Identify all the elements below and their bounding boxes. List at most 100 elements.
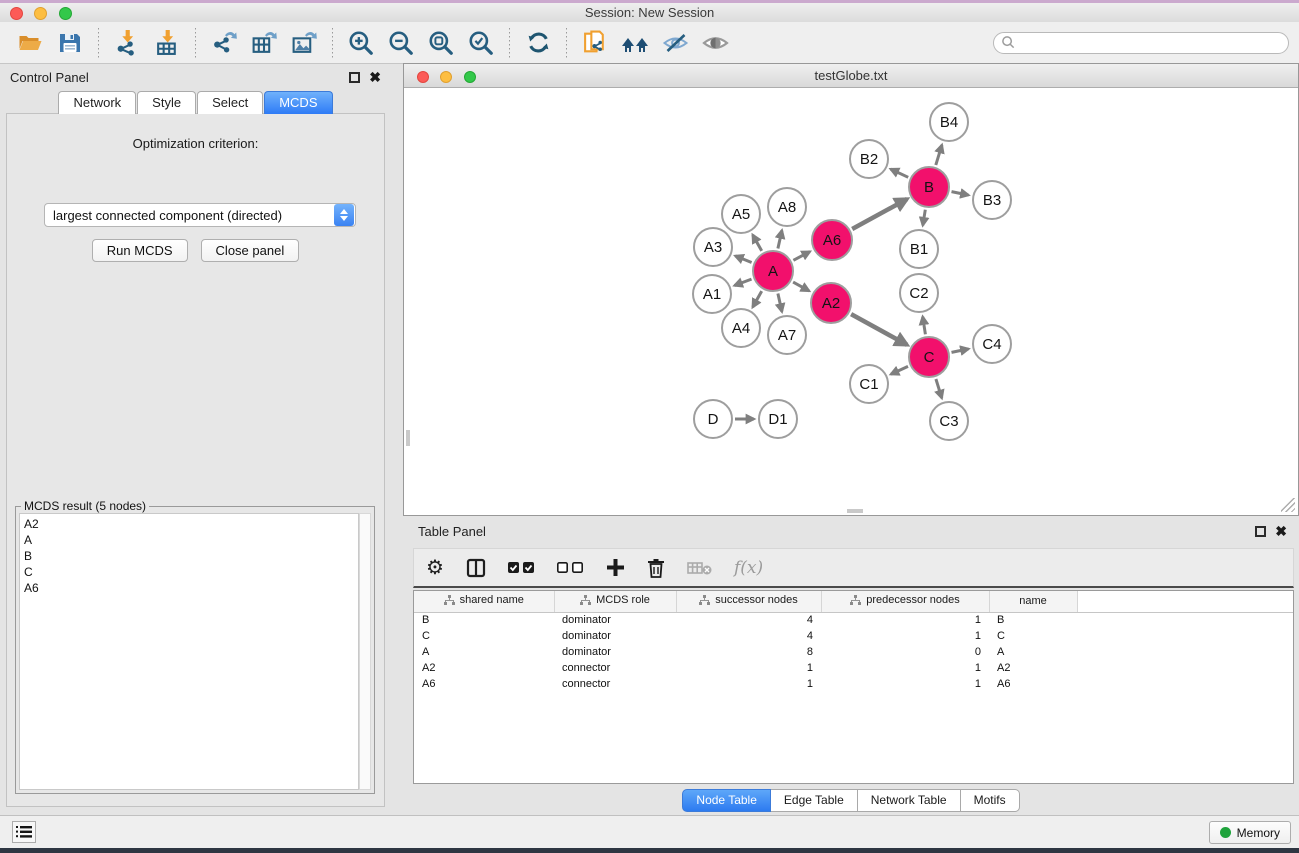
node-A5[interactable]: A5 <box>722 195 760 233</box>
node-B4[interactable]: B4 <box>930 103 968 141</box>
tab-node-table[interactable]: Node Table <box>682 789 771 812</box>
import-network-icon[interactable] <box>110 27 144 59</box>
table-cell[interactable]: 8 <box>676 644 821 660</box>
node-D[interactable]: D <box>694 400 732 438</box>
edge-B-B3[interactable] <box>952 192 969 196</box>
table-cell[interactable]: 0 <box>821 644 989 660</box>
table-cell[interactable]: 1 <box>821 628 989 644</box>
table-cell[interactable]: 4 <box>676 628 821 644</box>
table-row[interactable]: Adominator80A <box>414 644 1293 660</box>
table-cell[interactable]: 1 <box>821 676 989 692</box>
float-panel-icon[interactable] <box>349 72 360 83</box>
select-all-checkboxes-icon[interactable] <box>508 555 535 581</box>
search-input[interactable] <box>1016 36 1288 50</box>
table-settings-icon[interactable]: ⚙ <box>426 555 444 581</box>
refresh-icon[interactable] <box>521 27 555 59</box>
table-cell[interactable]: 4 <box>676 612 821 628</box>
tab-select[interactable]: Select <box>197 91 263 114</box>
edge-A-A8[interactable] <box>778 230 782 248</box>
table-cell[interactable]: 1 <box>821 612 989 628</box>
table-cell[interactable]: A <box>414 644 554 660</box>
table-cell[interactable]: connector <box>554 660 676 676</box>
edge-C-C2[interactable] <box>923 317 926 335</box>
zoom-out-icon[interactable] <box>384 27 418 59</box>
mcds-result-list[interactable]: A2ABCA6 <box>19 513 359 790</box>
node-A6[interactable]: A6 <box>812 220 852 260</box>
memory-button[interactable]: Memory <box>1209 821 1291 844</box>
zoom-selected-icon[interactable] <box>464 27 498 59</box>
tab-edge-table[interactable]: Edge Table <box>771 789 858 812</box>
first-neighbors-icon[interactable] <box>618 27 652 59</box>
close-panel-icon[interactable]: ✖ <box>369 72 381 83</box>
table-cell[interactable]: C <box>989 628 1077 644</box>
minimize-window-button[interactable] <box>34 7 47 20</box>
column-header-MCDS-role[interactable]: MCDS role <box>554 591 676 612</box>
edge-A6-B[interactable] <box>852 199 907 229</box>
edge-A-A2[interactable] <box>793 282 809 291</box>
node-B3[interactable]: B3 <box>973 181 1011 219</box>
run-mcds-button[interactable]: Run MCDS <box>92 239 188 262</box>
edge-A-A3[interactable] <box>735 256 751 263</box>
table-cell[interactable]: connector <box>554 676 676 692</box>
task-history-button[interactable] <box>12 821 36 843</box>
criterion-dropdown[interactable]: largest connected component (directed) <box>44 203 356 227</box>
node-C3[interactable]: C3 <box>930 402 968 440</box>
close-window-button[interactable] <box>10 7 23 20</box>
table-cell[interactable]: A <box>989 644 1077 660</box>
node-A2[interactable]: A2 <box>811 283 851 323</box>
delete-column-icon[interactable] <box>647 555 665 581</box>
node-A1[interactable]: A1 <box>693 275 731 313</box>
table-cell[interactable]: A6 <box>989 676 1077 692</box>
export-network-icon[interactable] <box>207 27 241 59</box>
tab-network-table[interactable]: Network Table <box>858 789 961 812</box>
tab-mcds[interactable]: MCDS <box>264 91 332 114</box>
column-header-predecessor-nodes[interactable]: predecessor nodes <box>821 591 989 612</box>
edge-A2-C[interactable] <box>851 314 907 345</box>
table-row[interactable]: Cdominator41C <box>414 628 1293 644</box>
table-cell[interactable]: dominator <box>554 612 676 628</box>
deselect-all-checkboxes-icon[interactable] <box>557 555 584 581</box>
zoom-window-button[interactable] <box>59 7 72 20</box>
column-chooser-icon[interactable] <box>466 555 486 581</box>
new-network-from-selection-icon[interactable] <box>578 27 612 59</box>
table-cell[interactable]: C <box>414 628 554 644</box>
node-B1[interactable]: B1 <box>900 230 938 268</box>
node-D1[interactable]: D1 <box>759 400 797 438</box>
node-C[interactable]: C <box>909 337 949 377</box>
table-cell[interactable]: 1 <box>676 660 821 676</box>
zoom-fit-icon[interactable] <box>424 27 458 59</box>
column-header-successor-nodes[interactable]: successor nodes <box>676 591 821 612</box>
network-zoom-button[interactable] <box>464 71 476 83</box>
float-table-panel-icon[interactable] <box>1255 526 1266 537</box>
node-C4[interactable]: C4 <box>973 325 1011 363</box>
resize-grip[interactable] <box>1281 498 1295 512</box>
tab-network[interactable]: Network <box>58 91 136 114</box>
table-cell[interactable]: dominator <box>554 644 676 660</box>
node-C1[interactable]: C1 <box>850 365 888 403</box>
vertical-scroll-nub[interactable] <box>406 430 410 446</box>
hide-selected-icon[interactable] <box>658 27 692 59</box>
horizontal-scroll-nub[interactable] <box>847 509 863 513</box>
table-cell[interactable]: B <box>989 612 1077 628</box>
export-image-icon[interactable] <box>287 27 321 59</box>
table-cell[interactable]: A6 <box>414 676 554 692</box>
network-canvas[interactable]: B4B2BB3B1A5A8A6A3AA1A4A7A2C2CC4C1C3DD1 <box>406 90 1296 513</box>
tab-motifs[interactable]: Motifs <box>961 789 1020 812</box>
edge-A-A5[interactable] <box>753 235 762 251</box>
column-header-shared-name[interactable]: shared name <box>414 591 554 612</box>
node-A3[interactable]: A3 <box>694 228 732 266</box>
zoom-in-icon[interactable] <box>344 27 378 59</box>
network-close-button[interactable] <box>417 71 429 83</box>
edge-C-C4[interactable] <box>952 349 969 353</box>
table-cell[interactable]: A2 <box>989 660 1077 676</box>
table-row[interactable]: A6connector11A6 <box>414 676 1293 692</box>
edge-A-A6[interactable] <box>793 252 810 261</box>
table-cell[interactable]: dominator <box>554 628 676 644</box>
search-field[interactable] <box>993 32 1289 54</box>
edge-C-C3[interactable] <box>936 379 942 398</box>
edge-A-A1[interactable] <box>735 279 752 285</box>
node-A8[interactable]: A8 <box>768 188 806 226</box>
add-column-icon[interactable] <box>606 555 625 581</box>
edge-A-A7[interactable] <box>778 294 782 312</box>
table-cell[interactable]: 1 <box>821 660 989 676</box>
